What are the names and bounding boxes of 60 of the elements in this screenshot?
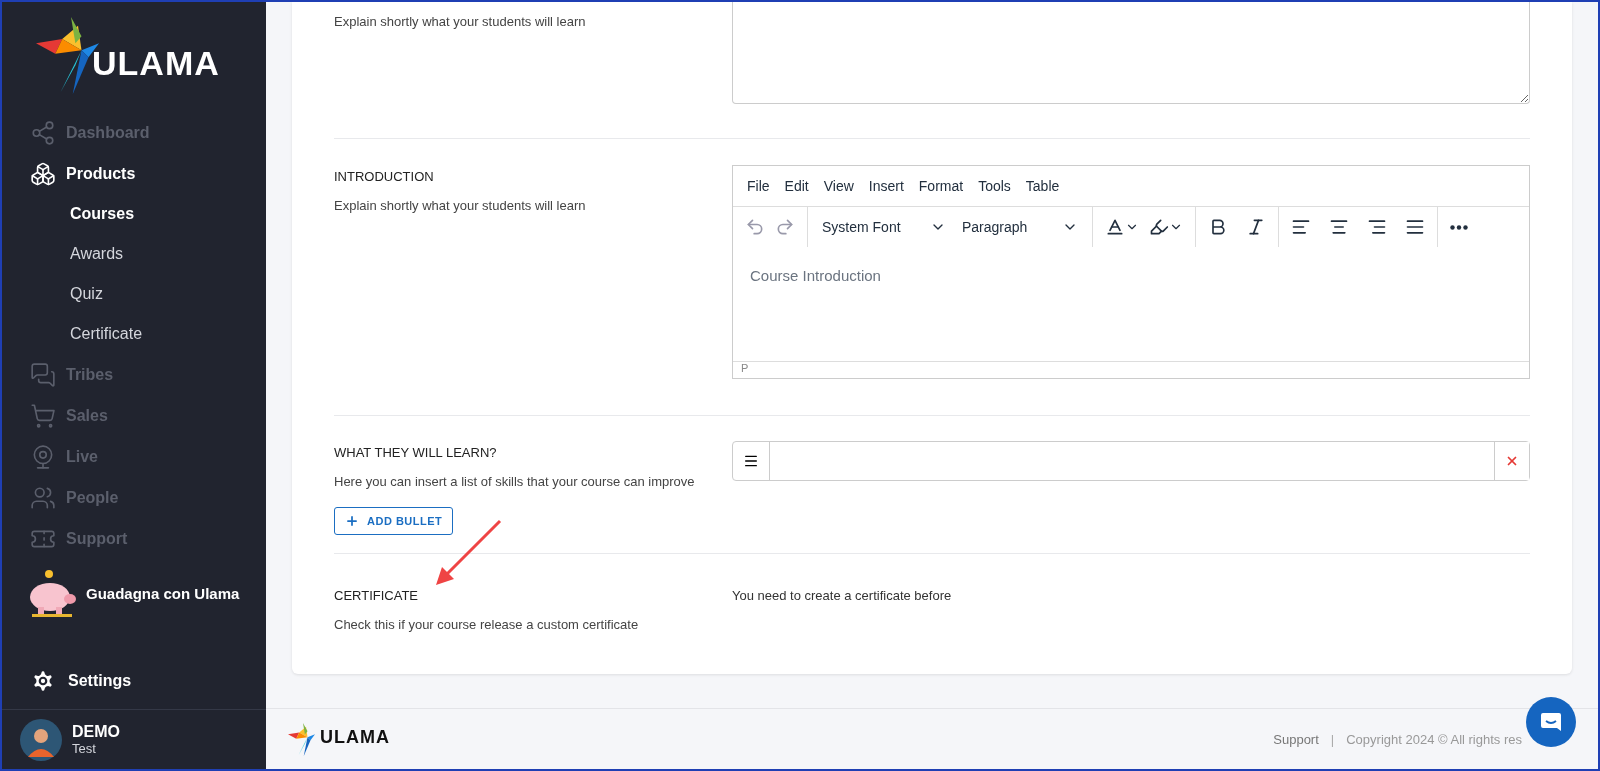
footer-separator: | — [1330, 731, 1335, 747]
editor-placeholder: Course Introduction — [750, 267, 881, 284]
editor-menu-item[interactable]: File — [741, 174, 776, 198]
section-description: Explain shortly what your students will learn — [334, 14, 587, 29]
nav-icon — [30, 484, 56, 511]
section-title: CERTIFICATE — [334, 588, 420, 603]
nav-subitem[interactable]: Certificate — [2, 314, 266, 354]
ellipsis-icon — [1450, 224, 1468, 230]
font-dropdown[interactable]: System Font — [818, 219, 950, 235]
chat-icon — [1539, 710, 1563, 734]
nav-icon — [30, 160, 56, 187]
highlighter-icon — [1149, 217, 1169, 237]
add-bullet-button[interactable]: ADD BULLET — [334, 507, 454, 535]
bullet-field[interactable] — [732, 441, 1530, 481]
editor-menu-item[interactable]: Tools — [972, 174, 1017, 198]
user-name: DEMO — [72, 723, 120, 741]
more-button[interactable] — [1448, 222, 1470, 232]
bird-logo-icon — [288, 722, 318, 756]
user-role: Test — [72, 741, 97, 756]
editor-menu-item[interactable]: View — [817, 174, 860, 198]
logo-text: ULAMA — [92, 46, 220, 80]
align-left-icon — [1291, 217, 1311, 237]
nav-subitem[interactable]: Courses — [2, 194, 266, 234]
nav-icon — [30, 361, 56, 388]
rich-text-editor[interactable]: File Edit View Insert Format Tools Table System Font Paragraph Course Introduction P — [732, 165, 1530, 379]
block-format-dropdown[interactable]: Paragraph — [958, 219, 1082, 235]
nav-icon — [30, 119, 56, 146]
nav-item[interactable]: Products — [2, 153, 266, 194]
list-icon — [743, 453, 759, 469]
element-path: P — [741, 362, 749, 374]
section-title: INTRODUCTION — [334, 169, 435, 184]
text-color-icon — [1105, 217, 1125, 237]
editor-menu-item[interactable]: Format — [912, 174, 970, 198]
nav-subitem[interactable]: Quiz — [2, 274, 266, 314]
plus-icon — [345, 514, 359, 528]
promo-link[interactable]: Guadagna con Ulama — [2, 559, 266, 617]
section-description: Explain shortly what your students will learn — [334, 198, 587, 213]
avatar-icon — [20, 718, 62, 761]
footer-logo-text: ULAMA — [320, 728, 390, 746]
section-description: Here you can insert a list of skills that your course can improve — [334, 474, 696, 489]
support-link[interactable]: Support — [1273, 731, 1319, 747]
align-right-icon — [1367, 217, 1387, 237]
notice-text: You need to create a certificate before — [732, 588, 953, 603]
section-description: Check this if your course release a custom certificate — [334, 617, 640, 632]
close-icon — [1505, 454, 1519, 468]
editor-menu-item[interactable]: Table — [1019, 174, 1066, 198]
settings-link[interactable]: Settings — [2, 663, 266, 709]
nav-icon — [30, 402, 56, 429]
italic-icon — [1246, 217, 1266, 237]
align-center-icon — [1329, 217, 1349, 237]
editor-menu-item[interactable]: Edit — [778, 174, 815, 198]
align-justify-icon — [1405, 217, 1425, 237]
chat-button[interactable] — [1526, 697, 1576, 747]
redo-icon — [775, 217, 795, 237]
section-title: WHAT THEY WILL LEARN? — [334, 445, 498, 460]
undo-icon — [745, 217, 765, 237]
editor-menu-item[interactable]: Insert — [862, 174, 910, 198]
remove-button[interactable] — [1494, 442, 1529, 480]
nav-subitem[interactable]: Awards — [2, 234, 266, 274]
copyright-text: Copyright 2024 © All rights res — [1346, 731, 1522, 747]
